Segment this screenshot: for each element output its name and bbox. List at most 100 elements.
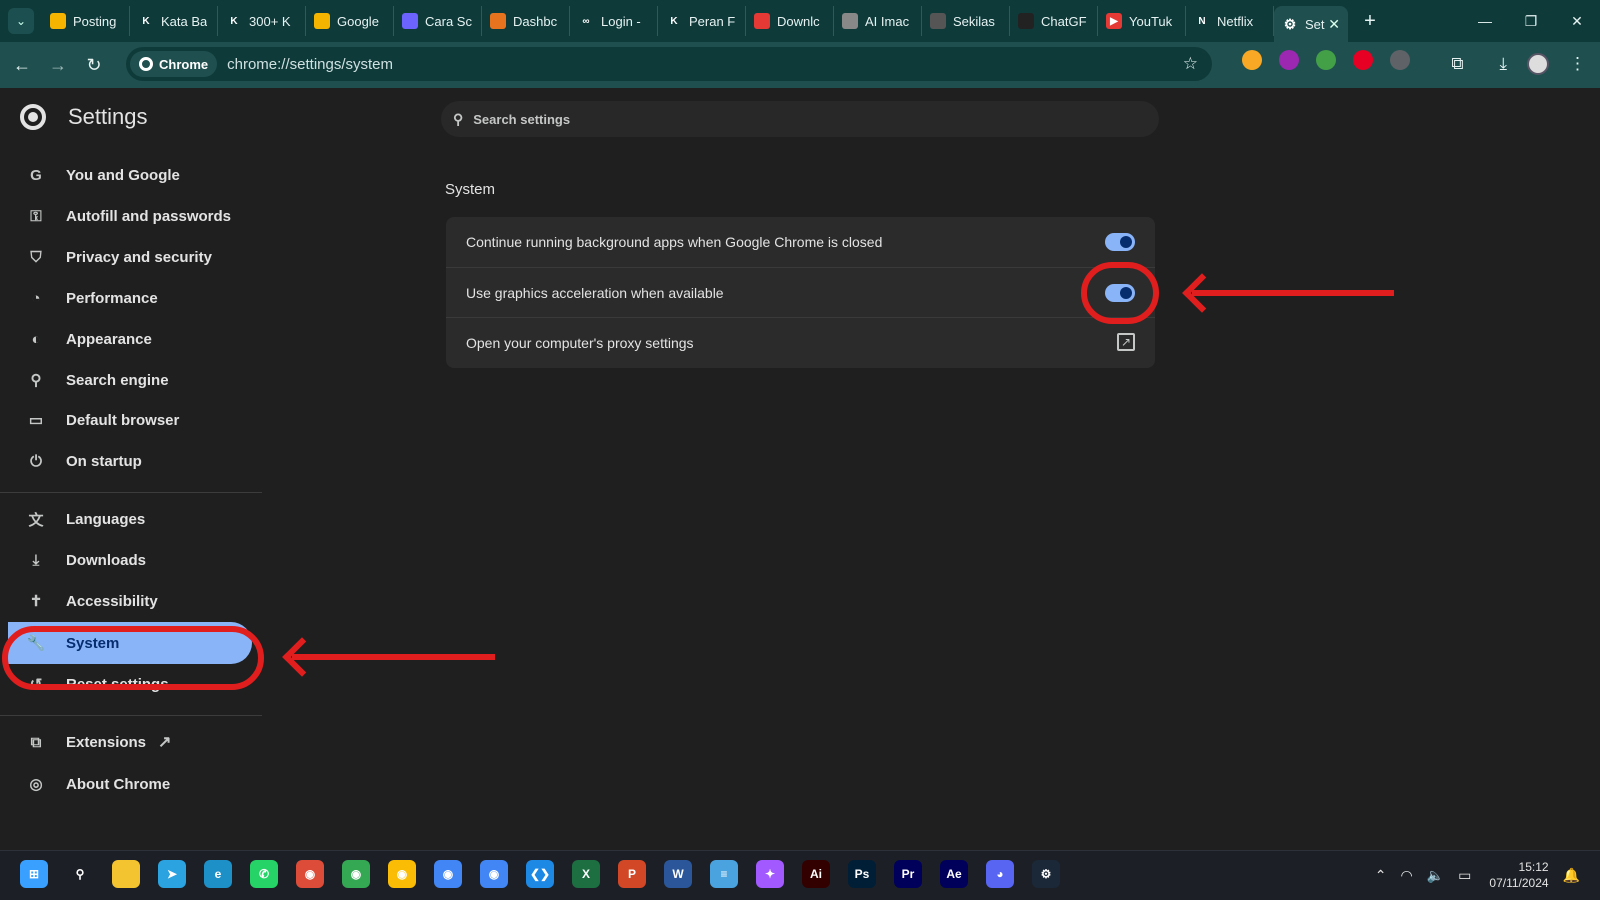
search-icon[interactable]: ⚲	[66, 860, 94, 888]
tab-item[interactable]: ▶ YouTuk	[1098, 6, 1186, 36]
new-tab-button[interactable]: +	[1356, 10, 1384, 33]
tab-item[interactable]: Posting	[42, 6, 130, 36]
file-explorer-icon[interactable]	[112, 860, 140, 888]
edge-icon[interactable]: e	[204, 860, 232, 888]
tab-item[interactable]: K 300+ K	[218, 6, 306, 36]
external-link-icon[interactable]: ↗	[1117, 333, 1135, 351]
figma-icon[interactable]: ✦	[756, 860, 784, 888]
excel-icon[interactable]: X	[572, 860, 600, 888]
background-apps-toggle[interactable]	[1105, 233, 1135, 251]
restore-button[interactable]: ❐	[1508, 0, 1554, 42]
extension-icon[interactable]	[1242, 50, 1262, 70]
tab-item[interactable]: ChatGF	[1010, 6, 1098, 36]
site-info-chip[interactable]: Chrome	[130, 51, 218, 77]
background-apps-row[interactable]: Continue running background apps when Go…	[446, 217, 1155, 267]
tab-label: Netflix	[1217, 13, 1254, 29]
windows-start-icon[interactable]: ⊞	[20, 860, 48, 888]
url-text[interactable]: chrome://settings/system	[227, 56, 393, 73]
volume-icon[interactable]: 🔈	[1427, 867, 1444, 884]
tab-item[interactable]: AI Imac	[834, 6, 922, 36]
search-settings-input[interactable]: ⚲ Search settings	[441, 101, 1159, 137]
bookmark-star-icon[interactable]: ☆	[1183, 54, 1198, 74]
tab-label: Downlc	[777, 13, 820, 29]
tab-favicon-icon	[930, 13, 946, 29]
back-button[interactable]: ←	[4, 47, 40, 83]
tab-favicon-icon: K	[138, 13, 154, 29]
sidebar-item-search-engine[interactable]: ⚲ Search engine	[0, 360, 254, 400]
extension-icon[interactable]	[1316, 50, 1336, 70]
sidebar-item-about-chrome[interactable]: ◎ About Chrome	[0, 764, 254, 804]
tab-item[interactable]: Google	[306, 6, 394, 36]
tab-item[interactable]: K Kata Ba	[130, 6, 218, 36]
chrome-icon[interactable]: ◉	[434, 860, 462, 888]
nav-divider	[0, 492, 262, 493]
sidebar-item-downloads[interactable]: ⤓ Downloads	[0, 540, 254, 580]
graphics-acceleration-row[interactable]: Use graphics acceleration when available	[446, 267, 1155, 317]
tab-item[interactable]: ∞ Login -	[570, 6, 658, 36]
address-bar[interactable]: Chrome chrome://settings/system ☆	[126, 47, 1212, 81]
profile-avatar[interactable]	[1527, 53, 1549, 75]
sidebar-item-you-and-google[interactable]: G You and Google	[0, 155, 254, 195]
photoshop-icon[interactable]: Ps	[848, 860, 876, 888]
steam-icon[interactable]: ⚙	[1032, 860, 1060, 888]
tab-list: Posting K Kata Ba K 300+ K Google Cara Sc Dashb…	[42, 0, 1274, 42]
minimize-button[interactable]: —	[1462, 0, 1508, 42]
sidebar-item-on-startup[interactable]: ⏻ On startup	[0, 441, 254, 481]
tab-item[interactable]: K Peran F	[658, 6, 746, 36]
battery-icon[interactable]: ▭	[1458, 867, 1471, 884]
tab-item[interactable]: Cara Sc	[394, 6, 482, 36]
notification-bell-icon[interactable]: 🔔	[1563, 867, 1580, 884]
vscode-icon[interactable]: ❮❯	[526, 860, 554, 888]
sidebar-item-extensions[interactable]: ⧉ Extensions ↗	[0, 722, 254, 762]
extension-icon[interactable]	[1390, 50, 1410, 70]
tab-item[interactable]: Sekilas	[922, 6, 1010, 36]
sidebar-item-performance[interactable]: ◔ Performance	[0, 278, 254, 318]
extension-icon[interactable]	[1353, 50, 1373, 70]
powerpoint-icon[interactable]: P	[618, 860, 646, 888]
tab-item[interactable]: Dashbc	[482, 6, 570, 36]
chrome-icon[interactable]: ◉	[388, 860, 416, 888]
illustrator-icon[interactable]: Ai	[802, 860, 830, 888]
sidebar-item-label: Privacy and security	[66, 248, 212, 266]
sidebar-item-privacy-and-security[interactable]: ⛉ Privacy and security	[0, 237, 254, 277]
sidebar-item-accessibility[interactable]: ✝ Accessibility	[0, 581, 254, 621]
reload-icon: ↻	[86, 54, 102, 75]
search-icon: ⚲	[453, 110, 464, 127]
reload-button[interactable]: ↻	[76, 47, 112, 83]
sidebar-item-autofill-and-passwords[interactable]: ⚿ Autofill and passwords	[0, 196, 254, 236]
after-effects-icon[interactable]: Ae	[940, 860, 968, 888]
download-icon[interactable]: ⤓	[1499, 54, 1507, 74]
tab-label: Sekilas	[953, 13, 995, 29]
sidebar-item-label: Accessibility	[66, 592, 158, 610]
sidebar-item-languages[interactable]: 文 Languages	[0, 499, 254, 539]
discord-icon[interactable]: ◕	[986, 860, 1014, 888]
tab-label: Posting	[73, 13, 117, 29]
chrome-icon[interactable]: ◉	[296, 860, 324, 888]
menu-dots-icon[interactable]: ⋮	[1569, 54, 1586, 74]
wifi-icon[interactable]: ◠	[1401, 867, 1413, 884]
close-tab-icon[interactable]: ✕	[1328, 16, 1340, 33]
sidebar-item-default-browser[interactable]: ▭ Default browser	[0, 400, 254, 440]
tab-favicon-icon	[314, 13, 330, 29]
taskbar-apps: ⊞ ⚲ ➤ e ✆ ◉ ◉ ◉ ◉ ◉ ❮❯ X P W ≡ ✦ Ai Ps Pr Ae ◕ ⚙	[20, 860, 1078, 888]
forward-button[interactable]: →	[40, 47, 76, 83]
extension-icon[interactable]	[1279, 50, 1299, 70]
tab-item[interactable]: Downlc	[746, 6, 834, 36]
proxy-settings-row[interactable]: Open your computer's proxy settings ↗	[446, 317, 1155, 367]
toolbar-right: ⧉ ⤓ ⋮	[1431, 53, 1586, 75]
tab-item[interactable]: N Netflix	[1186, 6, 1274, 36]
premiere-icon[interactable]: Pr	[894, 860, 922, 888]
telegram-icon[interactable]: ➤	[158, 860, 186, 888]
tab-search-button[interactable]: ⌄	[8, 8, 34, 34]
whatsapp-icon[interactable]: ✆	[250, 860, 278, 888]
clock[interactable]: 15:12 07/11/2024	[1489, 859, 1548, 891]
word-icon[interactable]: W	[664, 860, 692, 888]
notepad-icon[interactable]: ≡	[710, 860, 738, 888]
tab-settings[interactable]: ⚙ Set ✕	[1274, 6, 1348, 42]
chrome-icon[interactable]: ◉	[480, 860, 508, 888]
chevron-up-icon[interactable]: ⌃	[1375, 867, 1387, 884]
chrome-icon[interactable]: ◉	[342, 860, 370, 888]
sidebar-item-appearance[interactable]: ◐ Appearance	[0, 319, 254, 359]
extensions-puzzle-icon[interactable]: ⧉	[1451, 54, 1463, 74]
close-window-button[interactable]: ✕	[1554, 0, 1600, 42]
